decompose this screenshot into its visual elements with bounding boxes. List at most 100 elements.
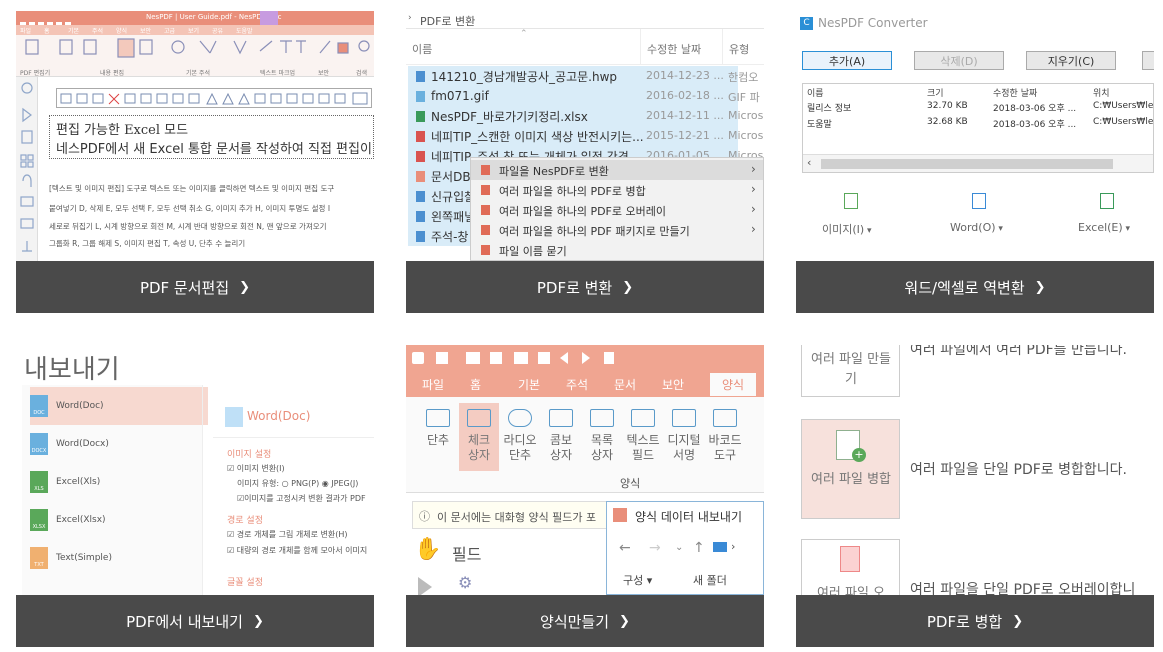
more-button[interactable] [1142, 51, 1154, 70]
path-convert-checkbox[interactable]: ☑ 경로 개체를 그림 개체로 변환(H) [227, 529, 347, 540]
form-tool-button[interactable]: 목록 상자 [582, 403, 622, 471]
context-menu-item[interactable]: 파일 이름 묻기 [471, 240, 763, 260]
column-header[interactable]: 수정한 날짜 [993, 86, 1037, 99]
compose-menu[interactable]: 구성 ▾ [623, 572, 652, 588]
png-radio[interactable]: ○ PNG(P) [282, 479, 320, 488]
caption-text: PDF로 병합 [926, 612, 1003, 631]
form-tool-button[interactable]: 바코드 도구 [705, 403, 745, 471]
form-tool-button[interactable]: 체크 상자 [459, 403, 499, 471]
ribbon-tab[interactable]: 도움말 [236, 26, 253, 35]
format-list-item[interactable]: DOC Word(Doc) [30, 387, 208, 425]
card-form-create[interactable]: 파일 홈 기본 주석 문서 보안 양식 단추 체크 상자 라디오 단추 콤보 상자 목록 상자 텍스트… [406, 345, 764, 647]
context-menu-item[interactable]: 여러 파일을 하나의 PDF 패키지로 만들기 › [471, 220, 763, 240]
create-multi-tile[interactable]: 여러 파일 만들기 [801, 345, 900, 397]
card-caption[interactable]: 양식만들기 ❯ [406, 595, 764, 647]
format-button[interactable]: Word(O) ▾ [944, 191, 1016, 241]
ribbon-tab[interactable]: 주석 [566, 376, 588, 393]
ribbon-icons[interactable] [20, 37, 370, 67]
clear-button[interactable]: 지우기(C) [1026, 51, 1116, 70]
table-cell: 2018-03-06 오후 ... [993, 120, 1077, 130]
card-caption[interactable]: PDF로 변환 ❯ [406, 261, 764, 313]
jpeg-radio[interactable]: ◉ JPEG(J) [322, 479, 359, 488]
context-menu-item[interactable]: 파일을 NesPDF로 변환 › [471, 160, 763, 180]
breadcrumb[interactable]: › PDF로 변환 [406, 11, 764, 29]
hand-icon[interactable]: ✋ [414, 537, 441, 562]
format-list-item[interactable]: DOCX Word(Docx) [30, 425, 208, 463]
path-merge-checkbox[interactable]: ☑ 대량의 경로 개체를 함께 모아서 이미지 [227, 545, 367, 556]
card-caption[interactable]: 워드/엑셀로 역변환 ❯ [796, 261, 1154, 313]
column-header[interactable]: 크기 [927, 86, 944, 99]
ribbon-tab[interactable]: 파일 [422, 376, 444, 393]
ribbon-tab[interactable]: 보기 [188, 26, 199, 35]
editable-text-box[interactable]: 편집 가능한 Excel 모드 네스PDF에서 새 Excel 통합 문서를 작… [49, 115, 374, 159]
ribbon-tab[interactable]: 홈 [470, 376, 481, 393]
merge-multi-tile[interactable]: + 여러 파일 병합 [801, 419, 900, 519]
card-caption[interactable]: PDF 문서편집 ❯ [16, 261, 374, 313]
scroll-left-icon[interactable]: ‹ [807, 156, 811, 169]
quick-access-toolbar[interactable] [20, 14, 80, 28]
card-reverse-convert[interactable]: C NesPDF Converter 추가(A) 삭제(D) 지우기(C) 이름… [796, 11, 1154, 313]
ribbon-tab[interactable]: 양식 [710, 373, 757, 396]
up-arrow-icon[interactable]: ↑ [693, 540, 705, 556]
context-menu-item[interactable]: 여러 파일을 하나의 PDF로 병합 › [471, 180, 763, 200]
ribbon-tab[interactable]: 주석 [92, 26, 103, 35]
card-pdf-convert[interactable]: › PDF로 변환 ⌃ 이름 수정한 날짜 유형 141210_경남개발공사_공… [406, 11, 764, 313]
table-row[interactable]: 도움말 32.68 KB 2018-03-06 오후 ... C:₩Users₩le [803, 116, 1153, 132]
file-row[interactable]: 141210_경남개발공사_공고문.hwp 2014-12-23 ... 한컴오 [408, 66, 758, 86]
export-dialog: 양식 데이터 내보내기 ← → ⌄ ↑ › 구성 ▾ 새 폴더 [606, 501, 764, 595]
ribbon-tab[interactable]: 공유 [212, 26, 223, 35]
column-header[interactable]: 위치 [1093, 86, 1110, 99]
ribbon-tab[interactable]: 파일 [20, 26, 31, 35]
back-arrow-icon[interactable]: ← [619, 540, 631, 556]
file-row[interactable]: fm071.gif 2016-02-18 ... GIF 파 [408, 86, 760, 106]
delete-button[interactable]: 삭제(D) [914, 51, 1004, 70]
overlay-multi-tile[interactable]: 여러 파일 오 [801, 539, 900, 595]
table-row[interactable]: 릴리스 정보 32.70 KB 2018-03-06 오후 ... C:₩Users₩… [803, 100, 1153, 116]
card-caption[interactable]: PDF로 병합 ❯ [796, 595, 1154, 647]
form-tool-button[interactable]: 텍스트 필드 [623, 403, 663, 471]
format-button[interactable]: Excel(E) ▾ [1072, 191, 1144, 241]
ribbon-tab[interactable]: 양식 [116, 26, 127, 35]
gear-icon[interactable]: ⚙ [458, 573, 472, 592]
col-name[interactable]: 이름 [412, 41, 432, 57]
form-tool-button[interactable]: 단추 [418, 403, 458, 471]
chevron-down-icon[interactable]: ⌄ [675, 542, 683, 553]
quick-access-toolbar[interactable] [410, 350, 640, 368]
image-fixed-checkbox[interactable]: ☑이미지를 고정시켜 변환 결과가 PDF [237, 493, 366, 504]
context-menu-item[interactable]: 여러 파일을 하나의 PDF로 오버레이 › [471, 200, 763, 220]
image-convert-checkbox[interactable]: ☑ 이미지 변환(I) [227, 463, 285, 474]
file-row[interactable]: NesPDF_바로가기키정리.xlsx 2014-12-11 ... Micros [408, 106, 763, 126]
expand-triangle-icon[interactable] [418, 577, 432, 595]
detail-title: Word(Doc) [247, 409, 311, 423]
col-date[interactable]: 수정한 날짜 [647, 41, 701, 57]
ribbon-tab[interactable]: 기본 [68, 26, 79, 35]
scroll-thumb[interactable] [821, 159, 1113, 169]
form-tool-button[interactable]: 라디오 단추 [500, 403, 540, 471]
card-caption[interactable]: PDF에서 내보내기 ❯ [16, 595, 374, 647]
ribbon-tab[interactable]: 문서 [614, 376, 636, 393]
add-button[interactable]: 추가(A) [802, 51, 892, 70]
ribbon-tab[interactable]: 보안 [662, 376, 684, 393]
card-pdf-export[interactable]: 내보내기 DOC Word(Doc) DOCX Word(Docx) XLS Excel(… [16, 345, 374, 647]
file-row[interactable]: 네피TIP_스캔한 이미지 색상 반전시키는... 2015-12-21 ... M… [408, 126, 763, 146]
horizontal-scrollbar[interactable]: ‹ [803, 154, 1153, 172]
format-list-item[interactable]: XLSX Excel(Xlsx) [30, 501, 208, 539]
floating-edit-toolbar[interactable] [56, 88, 372, 108]
format-list-item[interactable]: XLS Excel(Xls) [30, 463, 208, 501]
forward-arrow-icon[interactable]: → [649, 540, 661, 556]
format-list-item[interactable]: TXT Text(Simple) [30, 539, 208, 577]
card-pdf-merge[interactable]: 여러 파일 만들기 여러 파일에서 여러 PDF를 만듭니다. + 여러 파일 … [796, 345, 1154, 647]
format-button[interactable]: 이미지(I) ▾ [816, 191, 888, 241]
left-tool-icons[interactable] [16, 77, 38, 261]
ribbon-tab[interactable]: 홈 [44, 26, 50, 35]
new-folder-button[interactable]: 새 폴더 [693, 572, 727, 588]
ribbon-tab[interactable]: 고급 [164, 26, 175, 35]
file-icon [416, 190, 425, 202]
form-tool-button[interactable]: 디지털 서명 [664, 403, 704, 471]
ribbon-tab[interactable]: 보안 [140, 26, 151, 35]
form-tool-button[interactable]: 콤보 상자 [541, 403, 581, 471]
column-header[interactable]: 이름 [807, 86, 824, 99]
col-type[interactable]: 유형 [729, 41, 749, 57]
ribbon-tab[interactable]: 기본 [518, 376, 540, 393]
card-pdf-edit[interactable]: NesPDF | User Guide.pdf - NesPDF Doc 파일 홈… [16, 11, 374, 313]
